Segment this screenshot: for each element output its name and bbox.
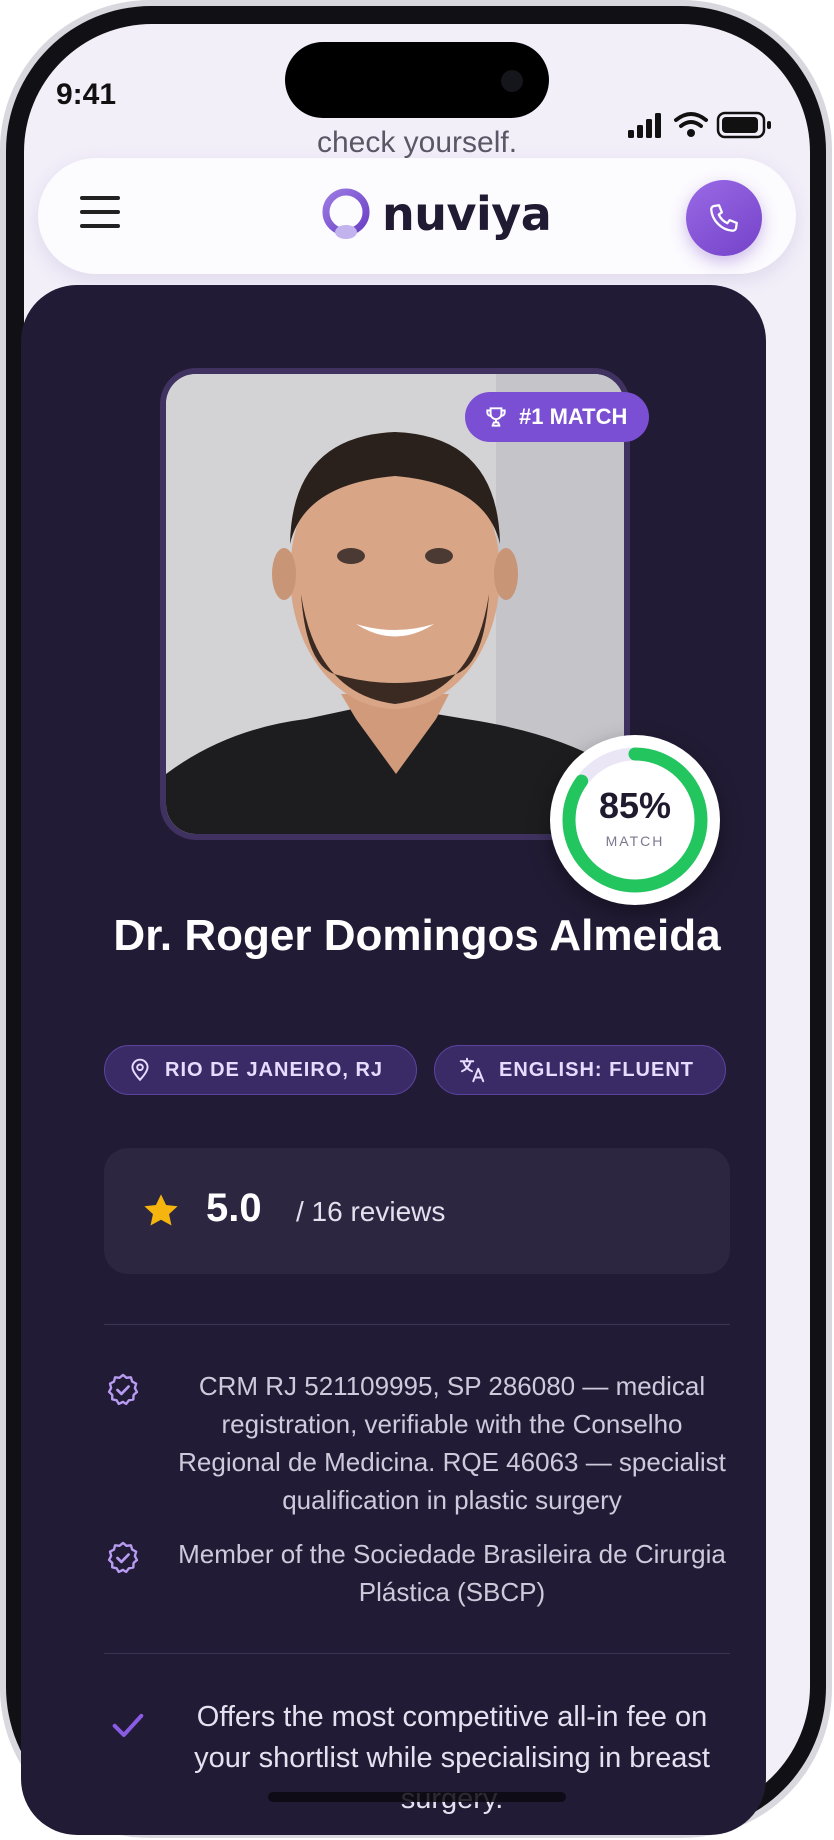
home-indicator[interactable] bbox=[268, 1792, 566, 1802]
checkmark-icon bbox=[112, 1713, 144, 1737]
front-camera bbox=[501, 70, 523, 92]
match-label: MATCH bbox=[605, 833, 665, 849]
nuviya-logo-icon bbox=[322, 188, 370, 239]
language-chip: ENGLISH: FLUENT bbox=[434, 1045, 726, 1095]
section-divider bbox=[104, 1653, 730, 1654]
credential-text: Member of the Sociedade Brasileira de Ci… bbox=[178, 1539, 726, 1607]
verified-badge-icon bbox=[107, 1373, 139, 1406]
location-pin-icon bbox=[131, 1058, 149, 1082]
credential-text: CRM RJ 521109995, SP 286080 — medical re… bbox=[178, 1371, 726, 1515]
top-navigation-bar: nuviya bbox=[38, 158, 796, 274]
call-button[interactable] bbox=[686, 180, 762, 256]
menu-icon[interactable] bbox=[80, 196, 120, 236]
language-label: ENGLISH: FLUENT bbox=[499, 1058, 694, 1081]
doctor-name: Dr. Roger Domingos Almeida bbox=[113, 911, 721, 960]
credential-item: Member of the Sociedade Brasileira de Ci… bbox=[104, 1535, 730, 1611]
verified-badge-icon bbox=[107, 1541, 139, 1574]
trophy-icon bbox=[486, 407, 506, 427]
phone-icon bbox=[710, 204, 738, 232]
match-percent: 85% bbox=[598, 785, 672, 826]
translate-icon bbox=[459, 1057, 485, 1083]
top-match-badge: #1 MATCH bbox=[465, 392, 650, 442]
logo[interactable]: nuviya bbox=[320, 186, 552, 242]
credential-item: CRM RJ 521109995, SP 286080 — medical re… bbox=[104, 1367, 730, 1519]
rating-value: 5.0 bbox=[206, 1186, 262, 1230]
section-divider bbox=[104, 1324, 730, 1325]
logo-text: nuviya bbox=[382, 187, 552, 241]
phone-frame: 9:41 check yourself. nuviya #1 MATCH 85%… bbox=[0, 0, 834, 1840]
status-time: 9:41 bbox=[56, 78, 117, 111]
background-peek-text: check yourself. bbox=[316, 126, 518, 159]
rating-summary[interactable]: 5.0 / 16 reviews bbox=[104, 1148, 730, 1274]
star-icon bbox=[144, 1194, 178, 1226]
match-badge-label: #1 MATCH bbox=[519, 404, 628, 429]
review-count: / 16 reviews bbox=[296, 1196, 446, 1227]
match-score-ring: 85% MATCH bbox=[550, 735, 720, 905]
location-label: RIO DE JANEIRO, RJ bbox=[165, 1058, 384, 1081]
location-chip: RIO DE JANEIRO, RJ bbox=[104, 1045, 417, 1095]
dynamic-island bbox=[285, 42, 549, 118]
